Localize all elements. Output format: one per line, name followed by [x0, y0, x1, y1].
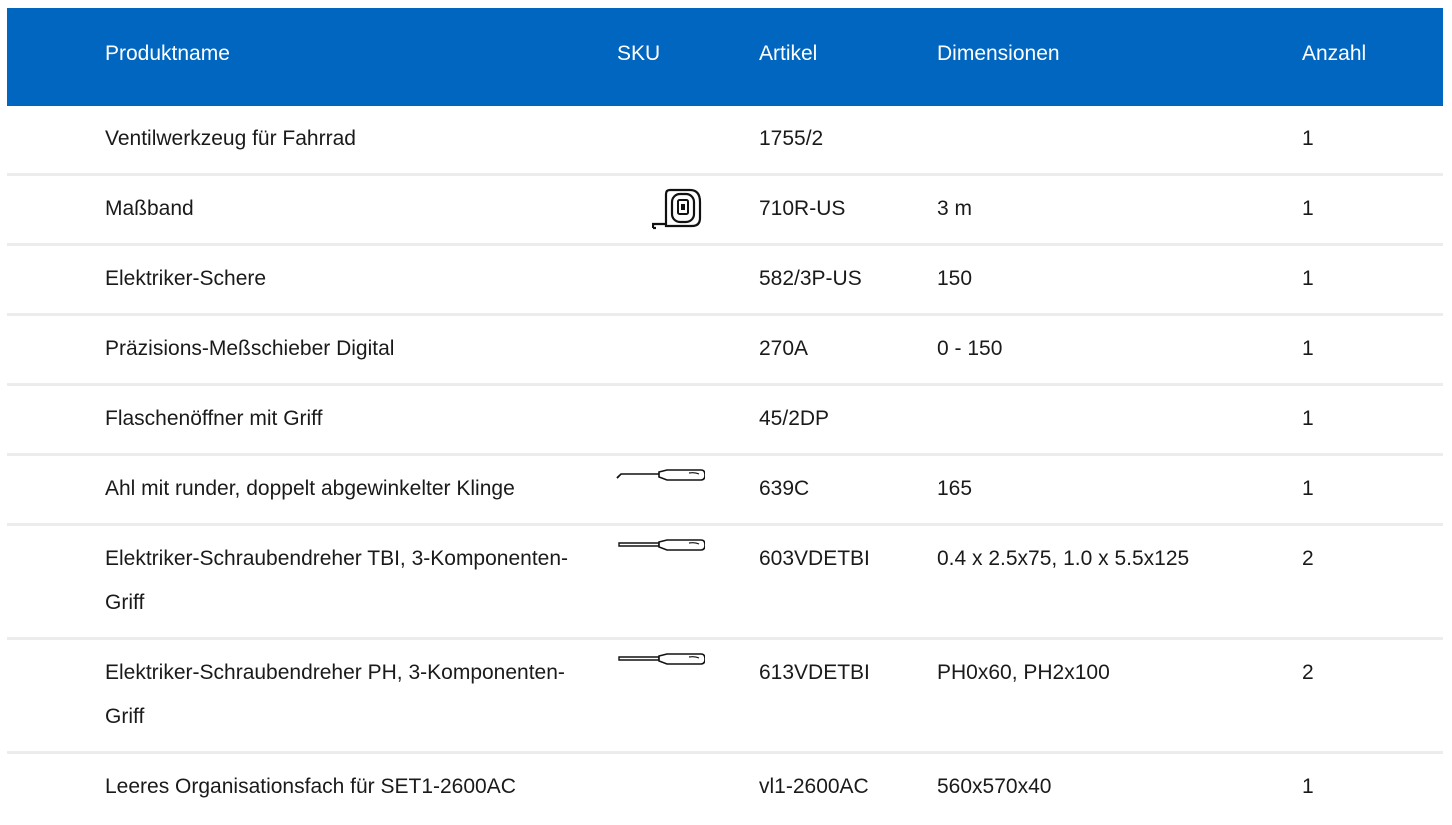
quantity-cell: 1 [1302, 407, 1314, 430]
dimensions-cell: PH0x60, PH2x100 [937, 661, 1110, 684]
table-row: Ahl mit runder, doppelt abgewinkelter Kl… [7, 456, 1443, 526]
dimensions-cell: 0 - 150 [937, 337, 1003, 360]
dimensions-cell: 3 m [937, 197, 973, 220]
product-name-cell: Leeres Organisationsfach für SET1-2600AC [105, 775, 516, 798]
table-row: Ventilwerkzeug für Fahrrad 1755/2 1 [7, 106, 1443, 176]
product-name-cell: Präzisions-Meßschieber Digital [105, 337, 395, 360]
column-header-dimensions: Dimensionen [937, 42, 1060, 65]
table-row: Leeres Organisationsfach für SET1-2600AC… [7, 754, 1443, 824]
article-cell: 603VDETBI [759, 547, 870, 570]
table-row: Elektriker-Schraubendreher TBI, 3-Kompon… [7, 526, 1443, 640]
dimensions-cell: 560x570x40 [937, 775, 1052, 798]
product-name-cell: Maßband [105, 197, 194, 220]
product-name-cell: Elektriker-Schraubendreher PH, 3-Kompone… [105, 661, 565, 728]
quantity-cell: 2 [1302, 547, 1314, 570]
quantity-cell: 1 [1302, 197, 1314, 220]
article-cell: 710R-US [759, 197, 846, 220]
quantity-cell: 1 [1302, 127, 1314, 150]
quantity-cell: 1 [1302, 775, 1314, 798]
table-row: Elektriker-Schraubendreher PH, 3-Kompone… [7, 640, 1443, 754]
product-table: Produktname SKU Artikel Dimensionen Anza… [7, 8, 1443, 824]
dimensions-cell: 165 [937, 477, 973, 500]
table-row: Elektriker-Schere 582/3P-US 150 1 [7, 246, 1443, 316]
column-header-sku: SKU [617, 42, 661, 65]
article-cell: 1755/2 [759, 127, 824, 150]
table-header: Produktname SKU Artikel Dimensionen Anza… [7, 8, 1443, 106]
dimensions-cell: 150 [937, 267, 973, 290]
quantity-cell: 1 [1302, 337, 1314, 360]
article-cell: 639C [759, 477, 810, 500]
dimensions-cell: 0.4 x 2.5x75, 1.0 x 5.5x125 [937, 547, 1190, 570]
product-name-cell: Ahl mit runder, doppelt abgewinkelter Kl… [105, 477, 515, 500]
article-cell: vl1-2600AC [759, 775, 869, 798]
tape-measure-icon [652, 188, 702, 230]
product-name-cell: Ventilwerkzeug für Fahrrad [105, 127, 356, 150]
article-cell: 45/2DP [759, 407, 830, 430]
quantity-cell: 1 [1302, 267, 1314, 290]
quantity-cell: 2 [1302, 661, 1314, 684]
product-name-cell: Flaschenöffner mit Griff [105, 407, 323, 430]
table-row: Flaschenöffner mit Griff 45/2DP 1 [7, 386, 1443, 456]
column-header-quantity: Anzahl [1302, 42, 1367, 65]
article-cell: 613VDETBI [759, 661, 870, 684]
product-name-cell: Elektriker-Schere [105, 267, 267, 290]
table-row: Maßband 710R-US 3 m 1 [7, 176, 1443, 246]
article-cell: 270A [759, 337, 809, 360]
screwdriver-icon [618, 653, 705, 665]
awl-icon [616, 469, 705, 481]
column-header-article: Artikel [759, 42, 818, 65]
article-cell: 582/3P-US [759, 267, 862, 290]
screwdriver-icon [618, 539, 705, 551]
column-header-name: Produktname [105, 42, 230, 65]
table-row: Präzisions-Meßschieber Digital 270A 0 - … [7, 316, 1443, 386]
product-name-cell: Elektriker-Schraubendreher TBI, 3-Kompon… [105, 547, 569, 614]
quantity-cell: 1 [1302, 477, 1314, 500]
